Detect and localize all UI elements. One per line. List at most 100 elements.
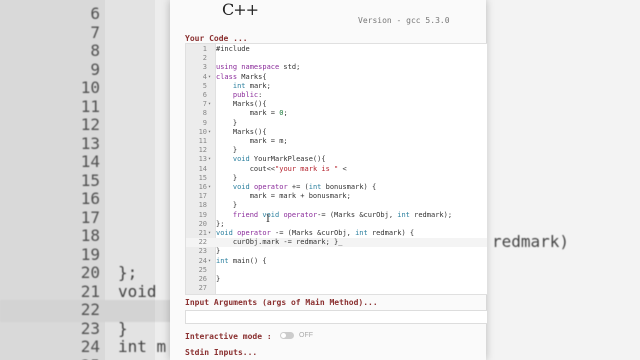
background-right-text: redmark) bbox=[492, 232, 570, 251]
code-line[interactable]: 6 public: bbox=[186, 91, 487, 100]
code-line[interactable]: 19 friend void operator-= (Marks &curObj… bbox=[186, 211, 487, 220]
code-line[interactable]: 7 ▾ Marks(){ bbox=[186, 100, 487, 109]
code-line[interactable]: 4 ▾ class Marks{ bbox=[186, 73, 487, 82]
interactive-mode-label: Interactive mode : bbox=[185, 332, 272, 341]
overlay-shade bbox=[0, 0, 155, 360]
line-number: 21 bbox=[198, 229, 207, 237]
line-number: 20 bbox=[198, 219, 207, 228]
your-code-label: Your Code ... bbox=[185, 34, 248, 43]
fold-arrow-icon[interactable]: ▾ bbox=[208, 257, 215, 266]
line-number: 6 bbox=[202, 91, 207, 99]
line-number: 27 bbox=[198, 284, 207, 293]
line-number: 5 bbox=[202, 81, 207, 90]
fold-arrow-icon[interactable]: ▾ bbox=[208, 155, 215, 164]
code-text: int main() { bbox=[216, 256, 267, 265]
code-line[interactable]: 11 mark = m; bbox=[186, 137, 487, 146]
line-number: 24 bbox=[198, 256, 207, 265]
background-right-pane bbox=[485, 0, 640, 360]
code-text: mark = m; bbox=[216, 137, 288, 145]
line-number: 13 bbox=[198, 155, 207, 164]
code-line[interactable]: 25 bbox=[186, 266, 487, 275]
line-number: 15 bbox=[198, 173, 207, 182]
line-number: 14 bbox=[198, 164, 207, 173]
code-line[interactable]: 1 #include bbox=[186, 45, 487, 54]
code-text: public: bbox=[232, 91, 263, 99]
code-text: } bbox=[216, 146, 238, 155]
code-line[interactable]: 17 mark = mark + bonusmark; bbox=[186, 192, 487, 201]
line-number: 18 bbox=[198, 201, 207, 210]
code-text: void YourMarkPlease(){ bbox=[232, 155, 326, 164]
line-number: 16 bbox=[198, 183, 207, 191]
code-line[interactable]: 22 curObj.mark -= redmark; }_ bbox=[186, 238, 487, 248]
code-line[interactable]: 14 cout<<"your mark is " < bbox=[186, 165, 487, 174]
code-line[interactable]: 21 ▾ void operator -= (Marks &curObj, int … bbox=[186, 229, 487, 238]
code-text: #include bbox=[216, 45, 254, 53]
line-number: 26 bbox=[198, 275, 207, 283]
cpp-logo: C++ bbox=[221, 0, 259, 19]
text-cursor-icon: I bbox=[266, 214, 270, 225]
line-number: 19 bbox=[198, 210, 207, 219]
code-line[interactable]: 15 } bbox=[186, 174, 487, 183]
code-line[interactable]: 24 ▾ int main() { bbox=[186, 257, 487, 266]
code-line[interactable]: 9 } bbox=[186, 119, 487, 128]
toggle-knob bbox=[281, 333, 286, 338]
line-number: 2 bbox=[202, 54, 207, 63]
code-text: } bbox=[216, 247, 221, 256]
interactive-mode-toggle[interactable] bbox=[280, 332, 294, 339]
line-number: 11 bbox=[198, 137, 207, 145]
code-line[interactable]: 13 ▾ void YourMarkPlease(){ bbox=[186, 155, 487, 164]
code-line[interactable]: 12 } bbox=[186, 146, 487, 155]
interactive-mode-state: OFF bbox=[299, 332, 313, 339]
code-text: } bbox=[216, 201, 238, 210]
code-line[interactable]: 23} bbox=[186, 247, 487, 256]
line-number: 9 bbox=[202, 118, 207, 127]
code-line[interactable]: 5 int mark; bbox=[186, 82, 487, 91]
code-text: } bbox=[216, 118, 238, 127]
code-line[interactable]: 8 mark = 0; bbox=[186, 109, 487, 118]
code-line[interactable]: 3 using namespace std; bbox=[186, 63, 487, 72]
code-text: using namespace std; bbox=[216, 63, 301, 72]
code-line[interactable]: 16 ▾ void operator += (int bonusmark) { bbox=[186, 183, 487, 192]
code-text: Marks(){ bbox=[216, 100, 267, 109]
code-text: cout<<"your mark is " < bbox=[216, 164, 347, 173]
code-text: }; bbox=[216, 219, 225, 228]
line-number: 10 bbox=[198, 127, 207, 136]
code-text: Marks(){ bbox=[216, 127, 267, 136]
code-text: void operator -= (Marks &curObj, int red… bbox=[216, 229, 415, 237]
code-line[interactable]: 26} bbox=[186, 275, 487, 284]
code-line[interactable]: 10 ▾ Marks(){ bbox=[186, 128, 487, 137]
line-number: 4 bbox=[202, 72, 207, 81]
input-arguments-field[interactable] bbox=[185, 310, 488, 324]
fold-arrow-icon[interactable]: ▾ bbox=[208, 73, 215, 82]
fold-arrow-icon[interactable]: ▾ bbox=[208, 183, 215, 192]
code-text: mark = 0; bbox=[216, 109, 288, 118]
code-text: void operator += (int bonusmark) { bbox=[232, 183, 377, 191]
line-number: 3 bbox=[202, 63, 207, 72]
code-text: int mark; bbox=[232, 81, 271, 90]
line-number: 17 bbox=[198, 192, 207, 201]
code-line[interactable]: 2 bbox=[186, 54, 487, 63]
code-text: mark = mark + bonusmark; bbox=[216, 192, 351, 201]
line-number: 23 bbox=[198, 247, 207, 256]
code-text: } bbox=[216, 275, 221, 283]
line-number: 12 bbox=[198, 146, 207, 155]
fold-arrow-icon[interactable]: ▾ bbox=[208, 229, 215, 238]
fold-arrow-icon[interactable]: ▾ bbox=[208, 100, 215, 109]
line-number: 22 bbox=[198, 238, 207, 247]
code-text: friend void operator-= (Marks &curObj, i… bbox=[232, 210, 453, 219]
code-line[interactable]: 18 } bbox=[186, 201, 487, 210]
code-text: curObj.mark -= redmark; }_ bbox=[216, 238, 343, 247]
code-line[interactable]: 27 bbox=[186, 284, 487, 293]
stdin-inputs-label: Stdin Inputs... bbox=[185, 348, 258, 357]
compiler-version: Version - gcc 5.3.0 bbox=[358, 16, 450, 25]
line-number: 7 bbox=[202, 100, 207, 109]
code-text: class Marks{ bbox=[216, 72, 267, 81]
input-arguments-label: Input Arguments (args of Main Method)... bbox=[185, 298, 378, 307]
code-line[interactable]: 20}; bbox=[186, 220, 487, 229]
fold-arrow-icon[interactable]: ▾ bbox=[208, 128, 215, 137]
code-editor[interactable]: 1 #include 2 3 using namespace std; 4 ▾ class … bbox=[185, 43, 488, 295]
line-number: 25 bbox=[198, 265, 207, 274]
code-text: } bbox=[216, 173, 238, 182]
line-number: 1 bbox=[202, 45, 207, 53]
line-number: 8 bbox=[202, 109, 207, 118]
